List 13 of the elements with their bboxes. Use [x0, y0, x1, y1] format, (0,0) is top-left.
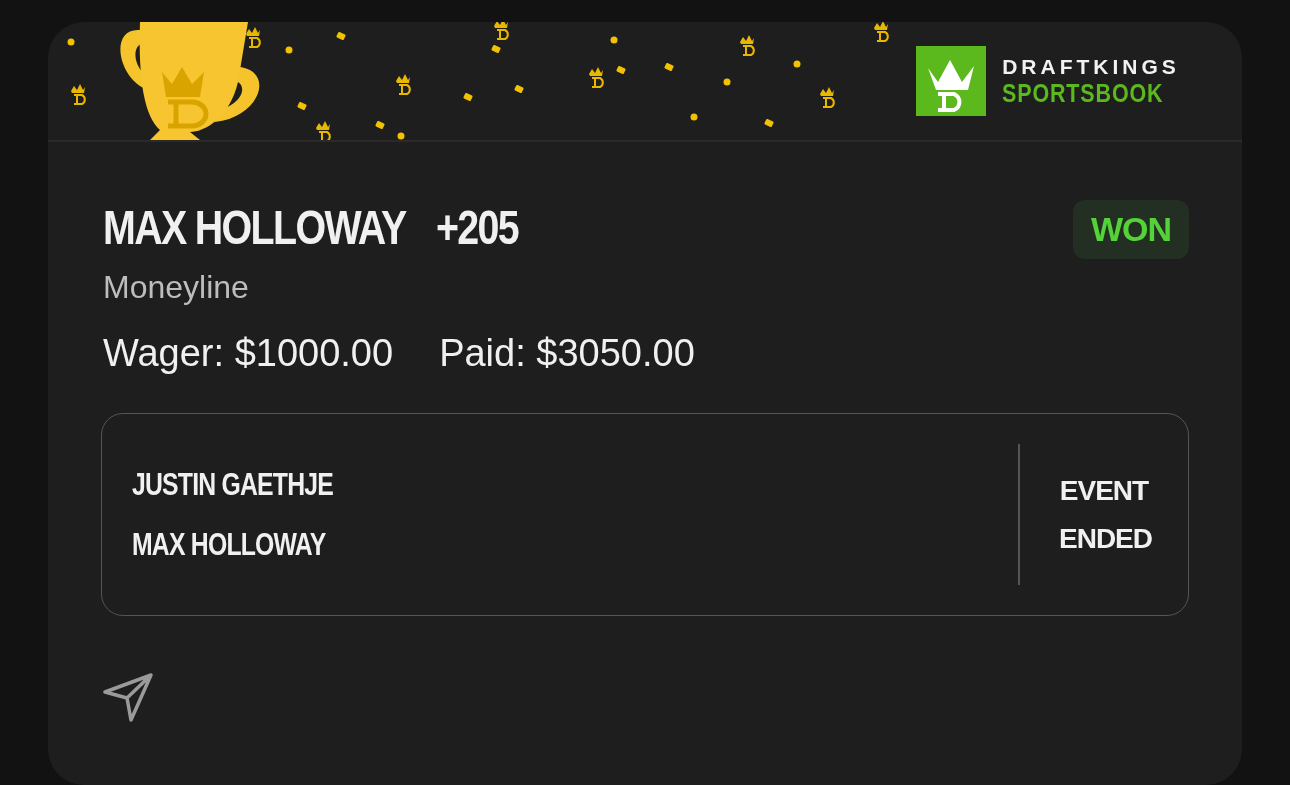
paper-plane-icon	[103, 672, 155, 724]
paid-amount: Paid: $3050.00	[439, 332, 695, 375]
brand-subtitle: SPORTSBOOK	[1002, 80, 1164, 106]
bet-market: Moneyline	[103, 269, 250, 306]
wager-amount: Wager: $1000.00	[103, 332, 394, 375]
crown-logo-icon	[916, 46, 987, 116]
bet-odds: +205	[435, 200, 518, 255]
competitor-name: MAX HOLLOWAY	[132, 526, 326, 563]
bet-selection: MAX HOLLOWAY	[103, 200, 406, 255]
bet-status-badge: WON	[1072, 200, 1189, 259]
brand-name: DRAFTKINGS	[1002, 56, 1181, 78]
share-button[interactable]	[103, 672, 155, 724]
competitor-name: JUSTIN GAETHJE	[132, 466, 334, 503]
